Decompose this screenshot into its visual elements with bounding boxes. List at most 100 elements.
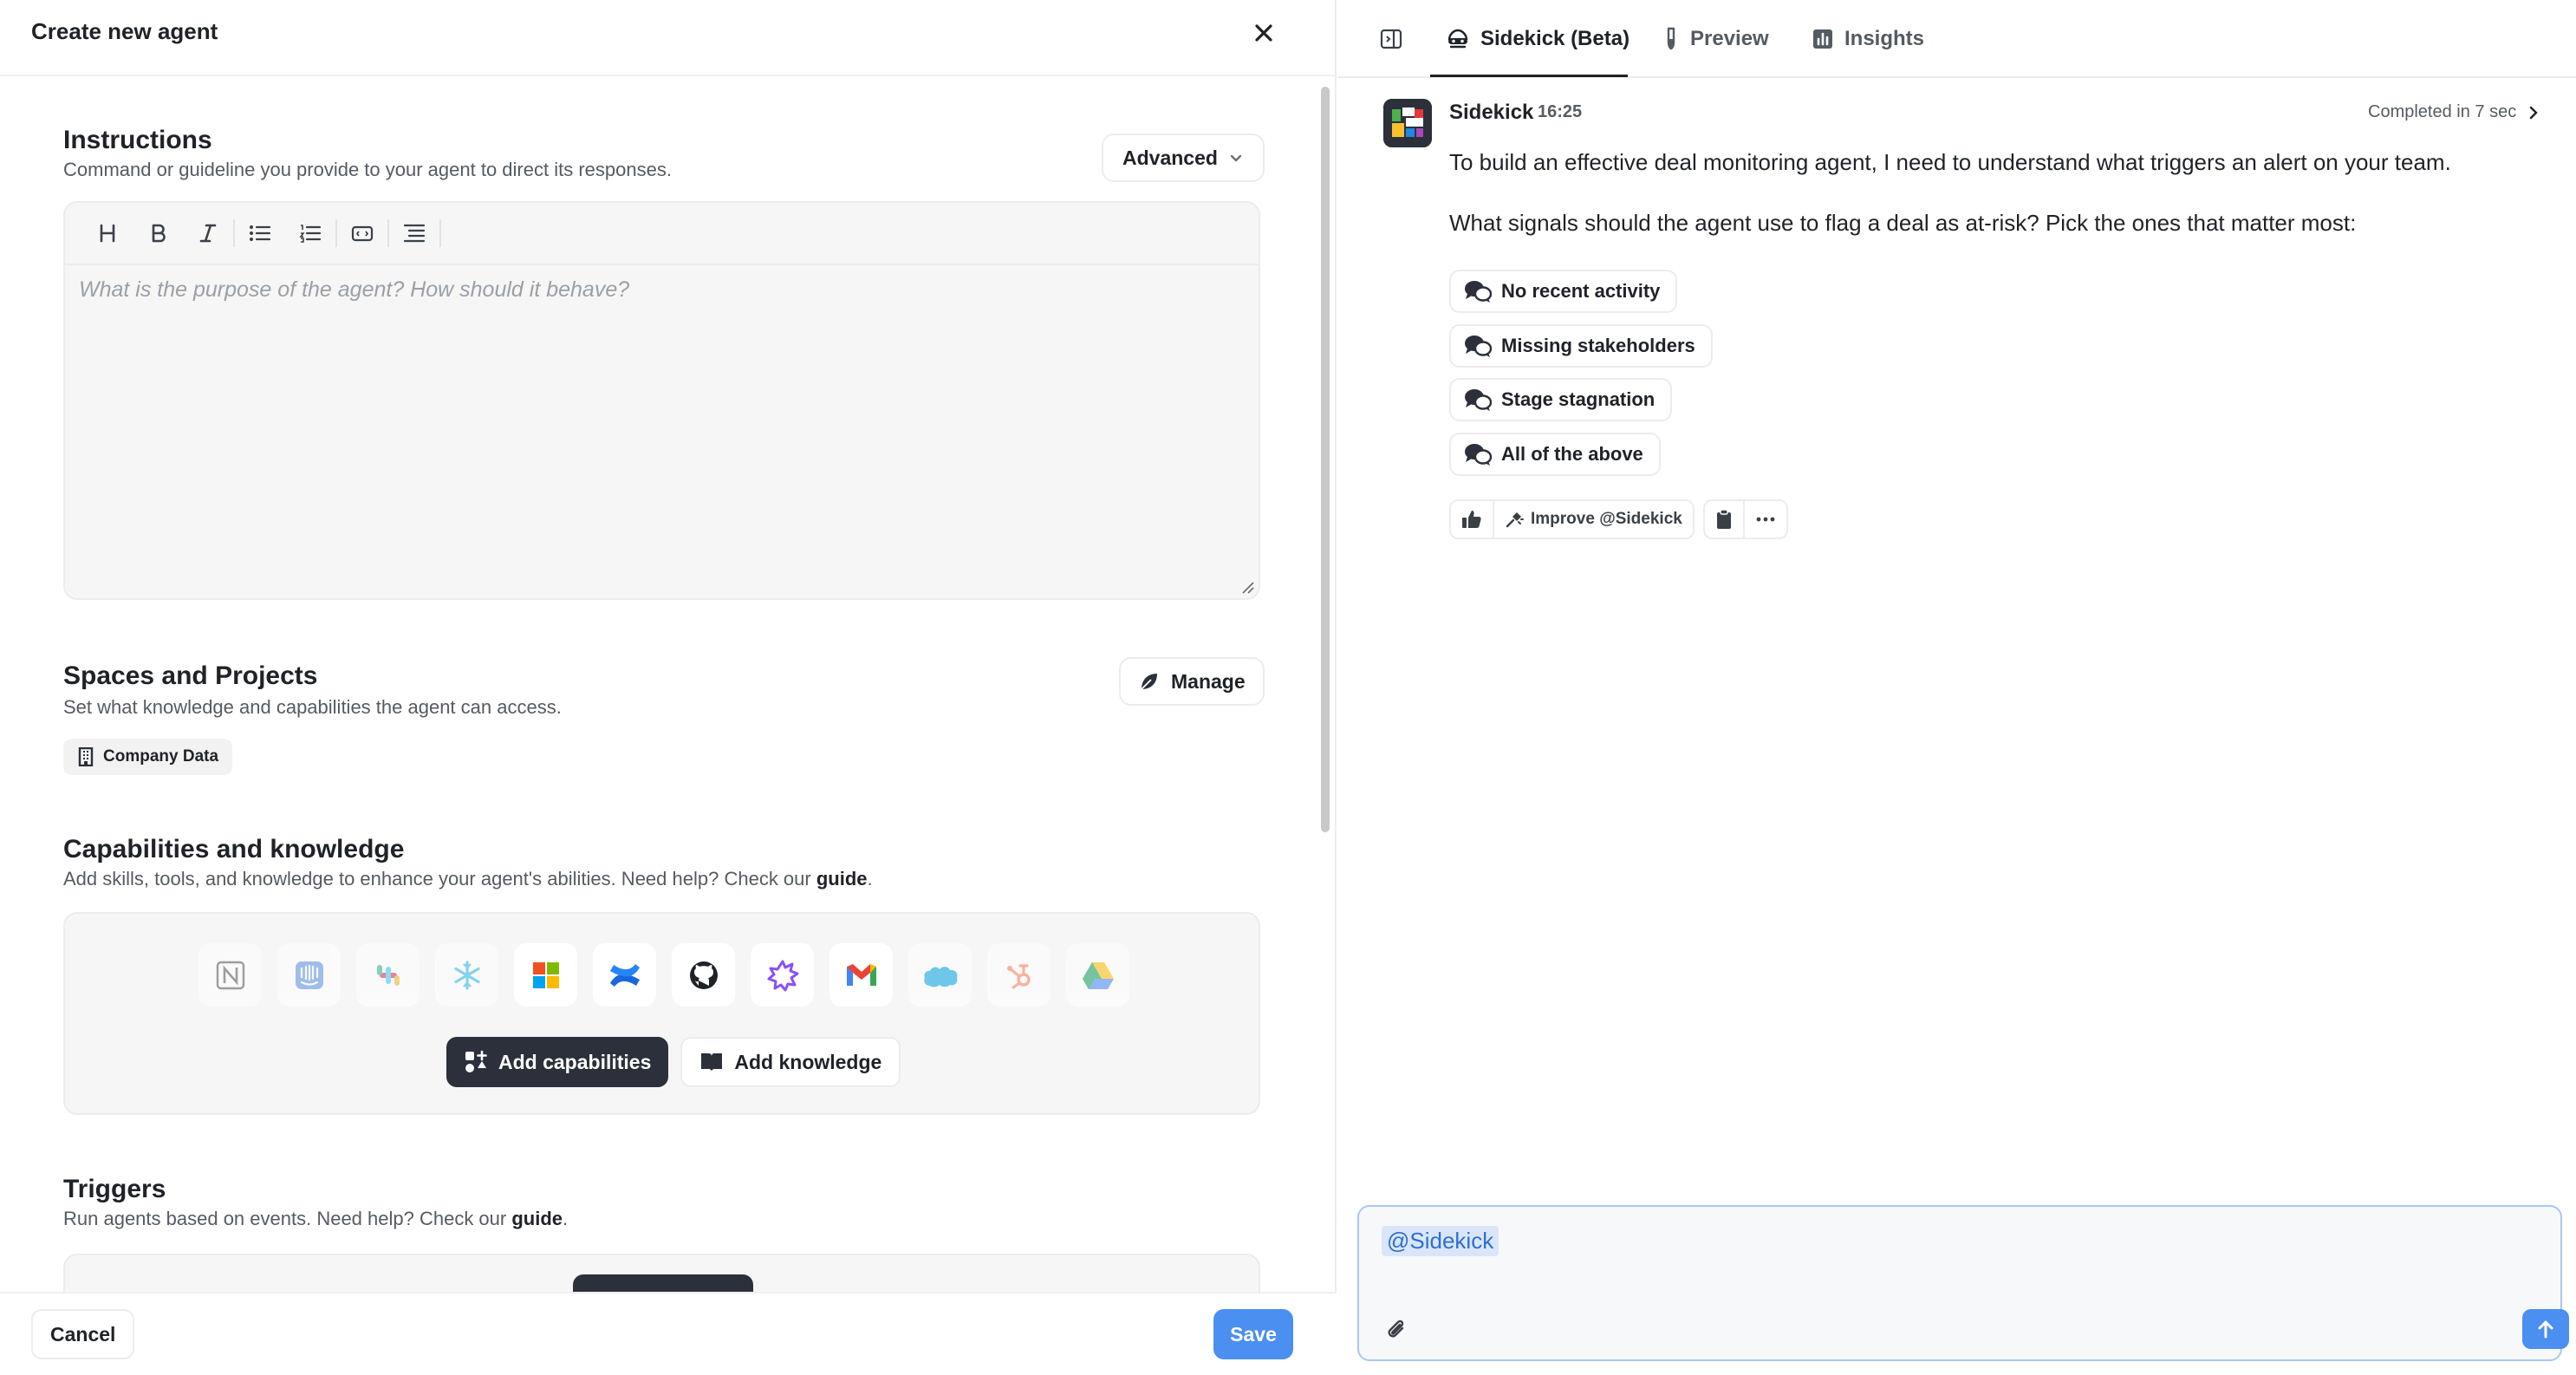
close-icon	[1255, 24, 1272, 42]
integration-microsoft[interactable]	[514, 943, 577, 1007]
building-icon	[78, 747, 94, 766]
panel-header: Create new agent	[0, 0, 1337, 76]
tab-preview[interactable]: Preview	[1662, 24, 1769, 54]
capabilities-box: Add capabilities Add knowledge	[63, 912, 1260, 1115]
italic-button[interactable]	[183, 211, 233, 256]
integration-intercom[interactable]	[277, 943, 341, 1007]
clipboard-icon	[1716, 509, 1731, 529]
tab-insights[interactable]: Insights	[1812, 24, 1924, 54]
message-text-1: To build an effective deal monitoring ag…	[1449, 149, 2451, 175]
thumbs-up-icon	[1462, 511, 1481, 528]
ellipsis-icon	[1756, 517, 1775, 522]
tab-sidekick[interactable]: Sidekick (Beta)	[1446, 24, 1630, 54]
send-button[interactable]	[2522, 1309, 2569, 1349]
sidebar-toggle-icon	[1380, 29, 1402, 49]
cancel-button[interactable]: Cancel	[31, 1309, 135, 1359]
tab-insights-label: Insights	[1844, 27, 1925, 50]
integration-gmail[interactable]	[829, 943, 893, 1007]
notion-icon	[216, 961, 244, 989]
message-composer[interactable]: @Sidekick	[1357, 1205, 2569, 1361]
integration-confluence[interactable]	[593, 943, 656, 1007]
more-options-button[interactable]	[1742, 501, 1786, 538]
option-label: Stage stagnation	[1501, 388, 1656, 410]
chat-bubbles-icon	[1465, 336, 1493, 357]
copy-button[interactable]	[1705, 501, 1743, 538]
tab-bar: Sidekick (Beta) Preview Insights	[1338, 0, 2576, 78]
variable-icon	[351, 225, 374, 242]
capability-buttons: Add capabilities Add knowledge	[446, 1037, 901, 1087]
option-missing-stakeholders[interactable]: Missing stakeholders	[1449, 324, 1713, 368]
add-trigger-button[interactable]	[573, 1274, 753, 1292]
instructions-input[interactable]	[79, 277, 1240, 581]
heading-icon	[100, 224, 115, 243]
add-knowledge-label: Add knowledge	[734, 1050, 882, 1073]
message-timestamp: 16:25	[1538, 102, 1583, 121]
message-actions: Improve @Sidekick	[1449, 499, 1788, 539]
capabilities-guide-link[interactable]: guide	[816, 868, 868, 890]
bold-button[interactable]	[133, 211, 183, 256]
attach-button[interactable]	[1382, 1314, 1411, 1344]
integration-salesforce[interactable]	[908, 943, 972, 1007]
feedback-group: Improve @Sidekick	[1449, 499, 1695, 539]
message-author: Sidekick	[1449, 101, 1534, 124]
avatar	[1383, 99, 1432, 147]
integration-notion[interactable]	[198, 943, 262, 1007]
form-scroll-area[interactable]: Instructions Command or guideline you pr…	[0, 78, 1337, 1292]
add-capabilities-button[interactable]: Add capabilities	[446, 1037, 669, 1087]
completion-status-label: Completed in 7 sec	[2368, 102, 2517, 121]
bullet-list-button[interactable]	[235, 211, 285, 256]
completion-status[interactable]: Completed in 7 sec	[2368, 102, 2539, 122]
integration-google-drive[interactable]	[1066, 943, 1129, 1007]
bar-chart-icon	[1813, 29, 1832, 49]
add-knowledge-button[interactable]: Add knowledge	[680, 1037, 901, 1087]
chevron-down-icon	[1230, 154, 1242, 162]
editor-toolbar	[65, 203, 1259, 265]
triggers-guide-link[interactable]: guide	[511, 1208, 563, 1229]
integration-zendesk[interactable]	[751, 943, 814, 1007]
flask-icon	[1667, 27, 1675, 50]
salesforce-icon	[923, 966, 958, 987]
integration-slack[interactable]	[356, 943, 420, 1007]
sidekick-icon	[1447, 29, 1468, 49]
intercom-icon	[295, 961, 323, 989]
sparkle-pin-icon	[1506, 512, 1524, 528]
thumbs-up-button[interactable]	[1451, 501, 1493, 538]
sidekick-mention[interactable]: @Sidekick	[1382, 1226, 1499, 1256]
integration-snowflake[interactable]	[435, 943, 498, 1007]
chevron-right-icon	[2530, 106, 2538, 119]
integration-hubspot[interactable]	[987, 943, 1051, 1007]
option-stage-stagnation[interactable]: Stage stagnation	[1449, 378, 1673, 421]
heading-button[interactable]	[82, 211, 133, 256]
sidekick-panel: Sidekick (Beta) Preview Insights Sidekic…	[1338, 0, 2576, 1375]
improve-sidekick-button[interactable]: Improve @Sidekick	[1493, 501, 1693, 538]
integration-github[interactable]	[672, 943, 735, 1007]
close-button[interactable]	[1246, 16, 1281, 50]
gmail-icon	[846, 963, 876, 986]
leaf-icon	[1141, 674, 1157, 690]
outline-button[interactable]	[389, 211, 439, 256]
advanced-label: Advanced	[1122, 146, 1218, 169]
company-data-chip[interactable]: Company Data	[63, 739, 233, 775]
bullet-list-icon	[250, 225, 271, 241]
add-capabilities-label: Add capabilities	[498, 1050, 652, 1073]
collapse-panel-button[interactable]	[1376, 24, 1406, 54]
variable-button[interactable]	[337, 211, 387, 256]
advanced-dropdown[interactable]: Advanced	[1102, 134, 1265, 182]
option-label: Missing stakeholders	[1501, 335, 1695, 356]
zendesk-icon	[767, 960, 798, 991]
resize-handle-icon[interactable]	[1239, 579, 1255, 595]
panel-footer: Cancel Save	[0, 1292, 1337, 1375]
microsoft-icon	[532, 961, 559, 988]
arrow-up-icon	[2538, 1320, 2553, 1339]
option-all-of-the-above[interactable]: All of the above	[1449, 433, 1661, 476]
manage-button[interactable]: Manage	[1119, 657, 1265, 706]
book-icon	[701, 1053, 723, 1072]
paperclip-icon	[1388, 1320, 1404, 1338]
form-scrollbar[interactable]	[1321, 87, 1330, 832]
numbered-list-button[interactable]	[285, 211, 335, 256]
chat-bubbles-icon	[1465, 281, 1493, 303]
option-no-recent-activity[interactable]: No recent activity	[1449, 270, 1678, 313]
option-label: All of the above	[1501, 443, 1643, 465]
save-button[interactable]: Save	[1213, 1309, 1293, 1359]
bold-icon	[152, 224, 166, 243]
